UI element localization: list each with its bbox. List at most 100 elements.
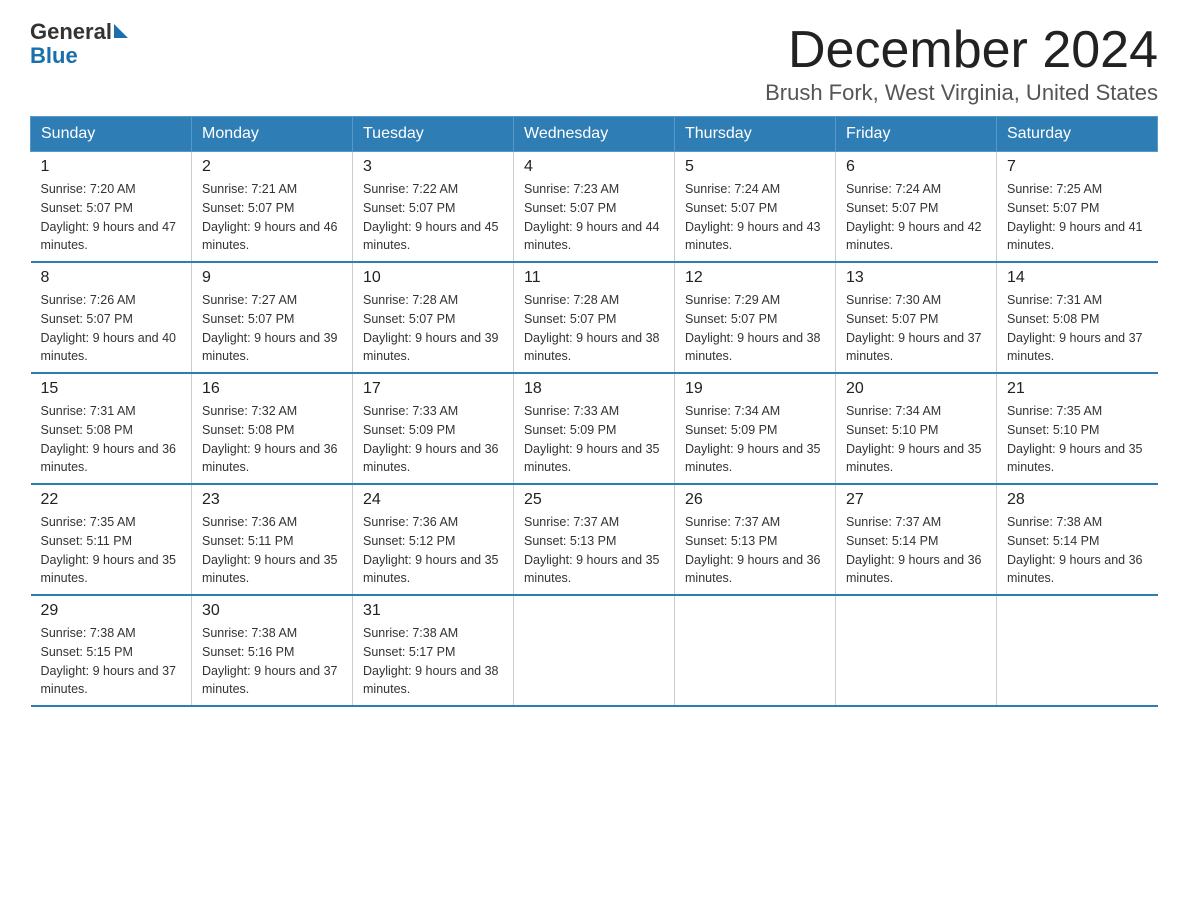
- calendar-cell: 25 Sunrise: 7:37 AM Sunset: 5:13 PM Dayl…: [514, 484, 675, 595]
- calendar-cell: 28 Sunrise: 7:38 AM Sunset: 5:14 PM Dayl…: [997, 484, 1158, 595]
- day-info: Sunrise: 7:26 AM Sunset: 5:07 PM Dayligh…: [41, 291, 182, 366]
- calendar-cell: 22 Sunrise: 7:35 AM Sunset: 5:11 PM Dayl…: [31, 484, 192, 595]
- calendar-cell: 9 Sunrise: 7:27 AM Sunset: 5:07 PM Dayli…: [192, 262, 353, 373]
- day-number: 16: [202, 380, 342, 398]
- day-info: Sunrise: 7:32 AM Sunset: 5:08 PM Dayligh…: [202, 402, 342, 477]
- calendar-cell: 16 Sunrise: 7:32 AM Sunset: 5:08 PM Dayl…: [192, 373, 353, 484]
- day-number: 19: [685, 380, 825, 398]
- calendar-cell: 2 Sunrise: 7:21 AM Sunset: 5:07 PM Dayli…: [192, 152, 353, 263]
- day-number: 2: [202, 158, 342, 176]
- day-number: 25: [524, 491, 664, 509]
- day-info: Sunrise: 7:37 AM Sunset: 5:14 PM Dayligh…: [846, 513, 986, 588]
- day-number: 1: [41, 158, 182, 176]
- day-number: 8: [41, 269, 182, 287]
- calendar-cell: [997, 595, 1158, 706]
- header-monday: Monday: [192, 117, 353, 152]
- calendar-cell: [514, 595, 675, 706]
- calendar-cell: 19 Sunrise: 7:34 AM Sunset: 5:09 PM Dayl…: [675, 373, 836, 484]
- calendar-cell: 6 Sunrise: 7:24 AM Sunset: 5:07 PM Dayli…: [836, 152, 997, 263]
- day-info: Sunrise: 7:36 AM Sunset: 5:11 PM Dayligh…: [202, 513, 342, 588]
- calendar-cell: 13 Sunrise: 7:30 AM Sunset: 5:07 PM Dayl…: [836, 262, 997, 373]
- calendar-cell: 7 Sunrise: 7:25 AM Sunset: 5:07 PM Dayli…: [997, 152, 1158, 263]
- day-number: 13: [846, 269, 986, 287]
- header-tuesday: Tuesday: [353, 117, 514, 152]
- calendar-table: SundayMondayTuesdayWednesdayThursdayFrid…: [30, 116, 1158, 707]
- calendar-cell: 11 Sunrise: 7:28 AM Sunset: 5:07 PM Dayl…: [514, 262, 675, 373]
- day-info: Sunrise: 7:21 AM Sunset: 5:07 PM Dayligh…: [202, 180, 342, 255]
- calendar-cell: 1 Sunrise: 7:20 AM Sunset: 5:07 PM Dayli…: [31, 152, 192, 263]
- day-info: Sunrise: 7:38 AM Sunset: 5:16 PM Dayligh…: [202, 624, 342, 699]
- calendar-cell: 30 Sunrise: 7:38 AM Sunset: 5:16 PM Dayl…: [192, 595, 353, 706]
- day-info: Sunrise: 7:24 AM Sunset: 5:07 PM Dayligh…: [685, 180, 825, 255]
- title-block: December 2024 Brush Fork, West Virginia,…: [765, 20, 1158, 106]
- day-number: 5: [685, 158, 825, 176]
- page-header: General Blue December 2024 Brush Fork, W…: [30, 20, 1158, 106]
- day-info: Sunrise: 7:29 AM Sunset: 5:07 PM Dayligh…: [685, 291, 825, 366]
- day-number: 14: [1007, 269, 1148, 287]
- day-number: 29: [41, 602, 182, 620]
- calendar-subtitle: Brush Fork, West Virginia, United States: [765, 80, 1158, 106]
- day-info: Sunrise: 7:27 AM Sunset: 5:07 PM Dayligh…: [202, 291, 342, 366]
- day-info: Sunrise: 7:31 AM Sunset: 5:08 PM Dayligh…: [41, 402, 182, 477]
- calendar-cell: 3 Sunrise: 7:22 AM Sunset: 5:07 PM Dayli…: [353, 152, 514, 263]
- day-number: 4: [524, 158, 664, 176]
- logo-general: General: [30, 20, 112, 44]
- day-number: 26: [685, 491, 825, 509]
- day-info: Sunrise: 7:38 AM Sunset: 5:15 PM Dayligh…: [41, 624, 182, 699]
- day-info: Sunrise: 7:25 AM Sunset: 5:07 PM Dayligh…: [1007, 180, 1148, 255]
- header-thursday: Thursday: [675, 117, 836, 152]
- day-number: 20: [846, 380, 986, 398]
- calendar-cell: [675, 595, 836, 706]
- logo-triangle-icon: [114, 24, 128, 38]
- day-info: Sunrise: 7:28 AM Sunset: 5:07 PM Dayligh…: [524, 291, 664, 366]
- day-info: Sunrise: 7:31 AM Sunset: 5:08 PM Dayligh…: [1007, 291, 1148, 366]
- calendar-week-row: 29 Sunrise: 7:38 AM Sunset: 5:15 PM Dayl…: [31, 595, 1158, 706]
- day-info: Sunrise: 7:37 AM Sunset: 5:13 PM Dayligh…: [685, 513, 825, 588]
- calendar-week-row: 22 Sunrise: 7:35 AM Sunset: 5:11 PM Dayl…: [31, 484, 1158, 595]
- day-number: 10: [363, 269, 503, 287]
- header-sunday: Sunday: [31, 117, 192, 152]
- calendar-cell: 23 Sunrise: 7:36 AM Sunset: 5:11 PM Dayl…: [192, 484, 353, 595]
- calendar-cell: 31 Sunrise: 7:38 AM Sunset: 5:17 PM Dayl…: [353, 595, 514, 706]
- day-number: 24: [363, 491, 503, 509]
- day-number: 17: [363, 380, 503, 398]
- day-number: 15: [41, 380, 182, 398]
- calendar-cell: 4 Sunrise: 7:23 AM Sunset: 5:07 PM Dayli…: [514, 152, 675, 263]
- day-number: 9: [202, 269, 342, 287]
- calendar-cell: 18 Sunrise: 7:33 AM Sunset: 5:09 PM Dayl…: [514, 373, 675, 484]
- day-number: 11: [524, 269, 664, 287]
- calendar-cell: 24 Sunrise: 7:36 AM Sunset: 5:12 PM Dayl…: [353, 484, 514, 595]
- day-info: Sunrise: 7:33 AM Sunset: 5:09 PM Dayligh…: [363, 402, 503, 477]
- calendar-cell: 21 Sunrise: 7:35 AM Sunset: 5:10 PM Dayl…: [997, 373, 1158, 484]
- day-number: 3: [363, 158, 503, 176]
- day-info: Sunrise: 7:35 AM Sunset: 5:11 PM Dayligh…: [41, 513, 182, 588]
- calendar-cell: 17 Sunrise: 7:33 AM Sunset: 5:09 PM Dayl…: [353, 373, 514, 484]
- day-info: Sunrise: 7:33 AM Sunset: 5:09 PM Dayligh…: [524, 402, 664, 477]
- day-number: 31: [363, 602, 503, 620]
- calendar-cell: 15 Sunrise: 7:31 AM Sunset: 5:08 PM Dayl…: [31, 373, 192, 484]
- calendar-cell: 14 Sunrise: 7:31 AM Sunset: 5:08 PM Dayl…: [997, 262, 1158, 373]
- day-number: 30: [202, 602, 342, 620]
- day-info: Sunrise: 7:38 AM Sunset: 5:17 PM Dayligh…: [363, 624, 503, 699]
- calendar-cell: 27 Sunrise: 7:37 AM Sunset: 5:14 PM Dayl…: [836, 484, 997, 595]
- day-info: Sunrise: 7:28 AM Sunset: 5:07 PM Dayligh…: [363, 291, 503, 366]
- day-number: 28: [1007, 491, 1148, 509]
- calendar-cell: 29 Sunrise: 7:38 AM Sunset: 5:15 PM Dayl…: [31, 595, 192, 706]
- header-friday: Friday: [836, 117, 997, 152]
- calendar-cell: [836, 595, 997, 706]
- calendar-cell: 20 Sunrise: 7:34 AM Sunset: 5:10 PM Dayl…: [836, 373, 997, 484]
- day-info: Sunrise: 7:34 AM Sunset: 5:09 PM Dayligh…: [685, 402, 825, 477]
- day-number: 12: [685, 269, 825, 287]
- header-saturday: Saturday: [997, 117, 1158, 152]
- header-wednesday: Wednesday: [514, 117, 675, 152]
- calendar-cell: 26 Sunrise: 7:37 AM Sunset: 5:13 PM Dayl…: [675, 484, 836, 595]
- calendar-cell: 5 Sunrise: 7:24 AM Sunset: 5:07 PM Dayli…: [675, 152, 836, 263]
- day-number: 22: [41, 491, 182, 509]
- day-number: 23: [202, 491, 342, 509]
- day-number: 7: [1007, 158, 1148, 176]
- day-info: Sunrise: 7:34 AM Sunset: 5:10 PM Dayligh…: [846, 402, 986, 477]
- day-info: Sunrise: 7:35 AM Sunset: 5:10 PM Dayligh…: [1007, 402, 1148, 477]
- day-info: Sunrise: 7:36 AM Sunset: 5:12 PM Dayligh…: [363, 513, 503, 588]
- day-info: Sunrise: 7:24 AM Sunset: 5:07 PM Dayligh…: [846, 180, 986, 255]
- day-info: Sunrise: 7:23 AM Sunset: 5:07 PM Dayligh…: [524, 180, 664, 255]
